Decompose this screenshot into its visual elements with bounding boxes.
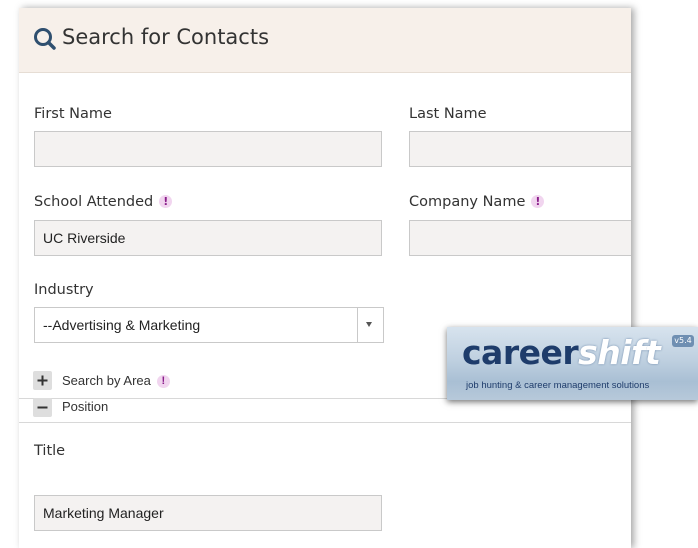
school-attended-input[interactable]: UC Riverside [34, 220, 382, 256]
company-name-input[interactable] [409, 220, 631, 256]
industry-select[interactable]: --Advertising & Marketing [34, 307, 384, 343]
panel-header: Search for Contacts [19, 8, 631, 73]
section-divider [19, 422, 631, 423]
first-name-label: First Name [34, 106, 112, 122]
logo-brand-part2: shift [578, 333, 661, 372]
first-name-input[interactable] [34, 131, 382, 167]
careershift-logo: careershift v5.4 job hunting & career ma… [447, 327, 698, 400]
school-attended-label-text: School Attended [34, 194, 154, 210]
industry-selected-value: --Advertising & Marketing [43, 317, 201, 333]
minus-icon [37, 406, 48, 409]
logo-tagline: job hunting & career management solution… [466, 380, 650, 391]
search-contacts-panel: Search for Contacts First Name Last Name… [19, 8, 631, 548]
last-name-label: Last Name [409, 106, 487, 122]
logo-version-badge: v5.4 [672, 335, 694, 347]
search-by-area-toggle-button[interactable] [33, 371, 52, 390]
plus-icon [37, 375, 48, 386]
logo-brand-part1: career [462, 333, 579, 372]
title-input[interactable]: Marketing Manager [34, 495, 382, 531]
select-divider [357, 308, 358, 342]
company-name-label-text: Company Name [409, 194, 526, 210]
last-name-input[interactable] [409, 131, 631, 167]
school-attended-label: School Attended! [34, 194, 173, 210]
position-toggle-button[interactable] [33, 398, 52, 417]
logo-wordmark: careershift [462, 333, 661, 372]
info-icon[interactable]: ! [159, 195, 173, 208]
info-icon[interactable]: ! [156, 375, 170, 388]
page-title: Search for Contacts [62, 25, 270, 49]
search-icon [34, 28, 56, 50]
search-by-area-label-text: Search by Area [62, 373, 151, 388]
company-name-label: Company Name! [409, 194, 545, 210]
chevron-down-icon[interactable] [366, 322, 372, 327]
position-section-label[interactable]: Position [62, 399, 108, 414]
title-label: Title [34, 443, 66, 459]
info-icon[interactable]: ! [531, 195, 545, 208]
search-by-area-label[interactable]: Search by Area! [62, 373, 170, 388]
industry-label: Industry [34, 282, 94, 298]
